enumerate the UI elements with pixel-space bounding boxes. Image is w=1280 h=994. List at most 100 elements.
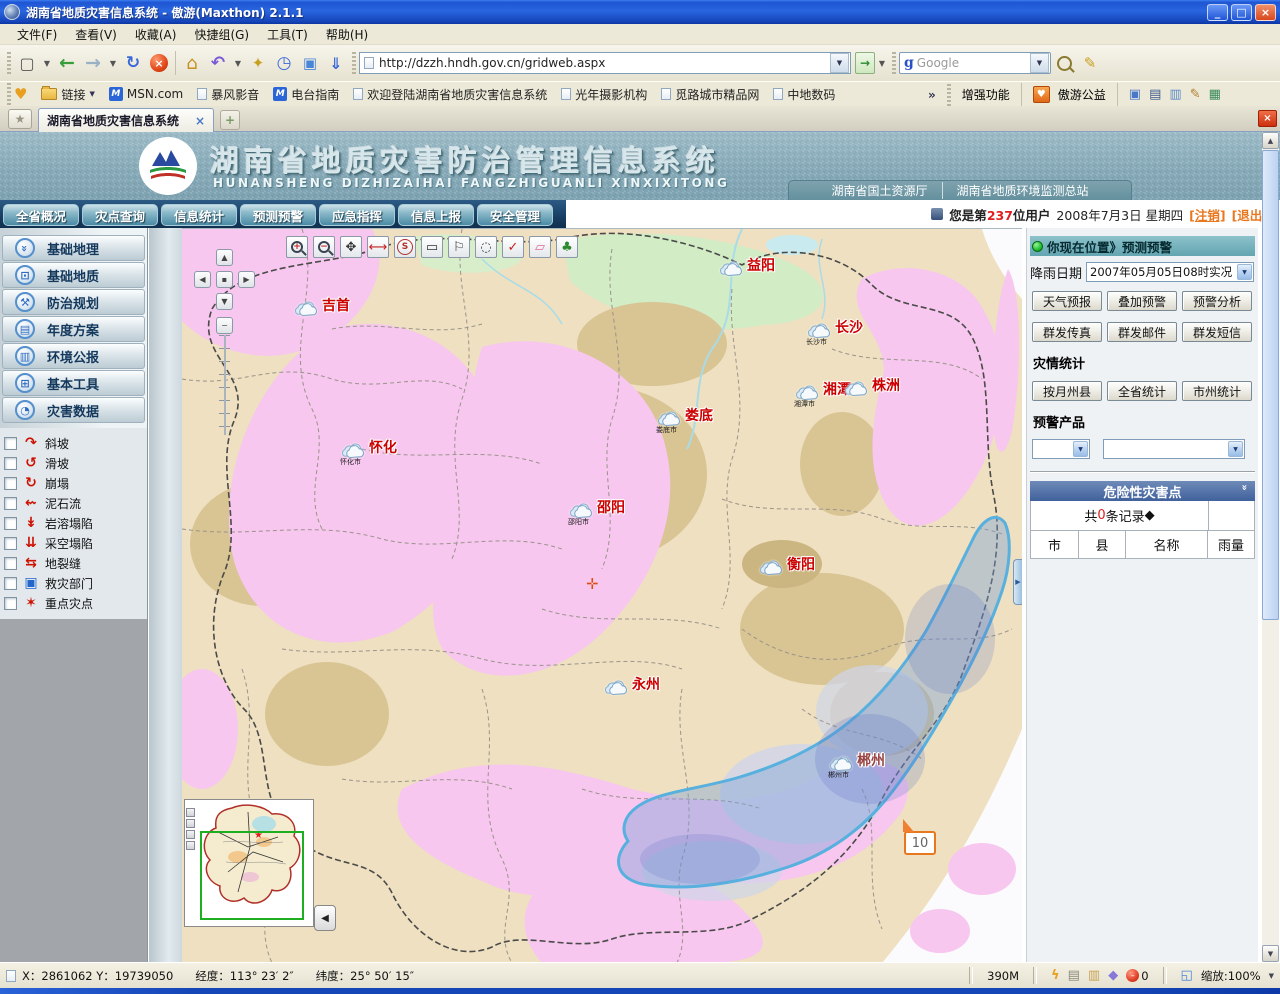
product-select-large[interactable]: ▼ [1103, 439, 1245, 459]
weather-forecast-button[interactable]: 天气预报 [1032, 291, 1102, 311]
select-arrow-icon[interactable]: ▼ [1228, 441, 1243, 457]
history-clock-icon[interactable]: ◷ [271, 50, 297, 76]
layer-checkbox[interactable] [4, 497, 17, 510]
circle-select-tool[interactable]: ◌ [475, 236, 497, 258]
email-broadcast-button[interactable]: 群发邮件 [1107, 322, 1177, 342]
flag-marker-10[interactable]: 10 [904, 831, 936, 855]
flag-select-tool[interactable]: ⚐ [448, 236, 470, 258]
new-page-icon[interactable]: ▢ [14, 50, 40, 76]
city-marker-yiyang[interactable]: 益阳 [716, 259, 775, 277]
pan-left-button[interactable]: ◀ [194, 271, 211, 288]
search-box[interactable]: g Google ▼ [899, 52, 1051, 74]
bookmark-msn[interactable]: MMSN.com [109, 87, 183, 101]
layer-checkbox[interactable] [4, 477, 17, 490]
popup-blocker-icon[interactable]: ▥ [1088, 968, 1100, 983]
bookmark-item[interactable]: 觅路城市精品网 [661, 86, 759, 103]
menu-tools[interactable]: 工具(T) [258, 26, 317, 43]
danger-points-header[interactable]: 危险性灾害点 » [1030, 481, 1255, 501]
tab-forecast-warning[interactable]: 预测预警 [240, 204, 316, 226]
search-placeholder[interactable]: Google [917, 56, 1030, 70]
overview-back-button[interactable]: ◀ [314, 905, 336, 931]
enhance-features-link[interactable]: 增强功能 [962, 86, 1010, 103]
tab-star-icon[interactable]: ★ [8, 109, 32, 129]
history-dropdown-icon[interactable]: ▼ [106, 50, 120, 76]
pan-tool[interactable]: ✥ [340, 236, 362, 258]
city-marker-huaihua[interactable]: 怀化 怀化市 [338, 441, 397, 459]
favorites-heart-icon[interactable]: ♥ [14, 85, 27, 103]
bookmark-item[interactable]: 欢迎登陆湖南省地质灾害信息系统 [353, 86, 547, 103]
sidebar-item-base-geology[interactable]: ⊡ 基础地质 [2, 262, 145, 288]
home-icon[interactable]: ⌂ [179, 50, 205, 76]
messenger-icon[interactable]: ▣ [1129, 87, 1141, 102]
city-marker-jishou[interactable]: 吉首 [291, 299, 350, 317]
scroll-down-icon[interactable]: ▼ [1262, 945, 1279, 962]
highlight-icon[interactable]: ✎ [1077, 50, 1103, 76]
sms-broadcast-button[interactable]: 群发短信 [1182, 322, 1252, 342]
menu-groups[interactable]: 快捷组(G) [185, 26, 258, 43]
sidebar-item-base-geography[interactable]: » 基础地理 [2, 235, 145, 261]
sidebar-item-basic-tools[interactable]: ⊞ 基本工具 [2, 370, 145, 396]
pan-right-button[interactable]: ▶ [238, 271, 255, 288]
city-marker-zhuzhou[interactable]: 株洲 [841, 379, 900, 397]
map-viewport[interactable]: ▲ ◀ ▪ ▶ ▼ − + − ✥ ⟷ S ▭ ⚐ ◌ ✓ ▱ ♣ 吉首 益阳 … [182, 228, 1022, 962]
scrollbar-thumb[interactable] [1262, 150, 1279, 620]
overview-layer-buttons[interactable] [186, 808, 195, 850]
boost-lightning-icon[interactable]: ϟ [1051, 968, 1060, 983]
city-marker-chenzhou[interactable]: 郴州 郴州市 [826, 754, 885, 772]
sidebar-item-environment-bulletin[interactable]: ▥ 环境公报 [2, 343, 145, 369]
zoom-out-tool[interactable]: − [313, 236, 335, 258]
city-marker-changsha[interactable]: 长沙 长沙市 [804, 321, 863, 339]
new-tab-button[interactable]: + [220, 110, 240, 130]
select-arrow-icon[interactable]: ▼ [1237, 264, 1252, 280]
panel-collapse-handle[interactable]: ▶ [1013, 559, 1022, 605]
zoom-level[interactable]: 缩放:100% [1201, 968, 1261, 984]
gesture-icon[interactable]: ◆ [1108, 968, 1118, 983]
download-icon[interactable]: ⇓ [323, 50, 349, 76]
layer-checkbox[interactable] [4, 537, 17, 550]
url-text[interactable]: http://dzzh.hndh.gov.cn/gridweb.aspx [379, 56, 830, 70]
monthly-county-button[interactable]: 按月州县 [1032, 381, 1102, 401]
menu-view[interactable]: 查看(V) [66, 26, 126, 43]
sort-diamond-icon[interactable]: ◆ [1145, 508, 1155, 523]
city-marker-hengyang[interactable]: 衡阳 [756, 558, 815, 576]
city-marker-yongzhou[interactable]: 永州 [601, 678, 660, 696]
sidebar-item-annual-plan[interactable]: ▤ 年度方案 [2, 316, 145, 342]
city-marker-shaoyang[interactable]: 邵阳 邵阳市 [566, 501, 625, 519]
sidebar-item-prevention-plan[interactable]: ⚒ 防治规划 [2, 289, 145, 315]
tab-active[interactable]: 湖南省地质灾害信息系统 × [38, 108, 214, 132]
undo-dropdown-icon[interactable]: ▼ [231, 50, 245, 76]
tab-security-management[interactable]: 安全管理 [477, 204, 553, 226]
window-manager-icon[interactable]: ▣ [297, 50, 323, 76]
product-select-small[interactable]: ▼ [1032, 439, 1090, 459]
stop-icon[interactable]: × [146, 50, 172, 76]
address-dropdown-icon[interactable]: ▼ [830, 53, 849, 73]
scale-tool[interactable]: S [394, 236, 416, 258]
pen-tool-icon[interactable]: ✎ [1190, 87, 1201, 102]
layer-checkbox[interactable] [4, 577, 17, 590]
notes-icon[interactable]: ▥ [1169, 87, 1181, 102]
pan-up-button[interactable]: ▲ [216, 249, 233, 266]
warning-analysis-button[interactable]: 预警分析 [1182, 291, 1252, 311]
blocked-counter[interactable]: – 0 [1126, 969, 1148, 983]
resize-icon[interactable]: ◱ [1181, 968, 1193, 983]
new-page-dropdown-icon[interactable]: ▼ [40, 50, 54, 76]
search-dropdown-icon[interactable]: ▼ [1030, 53, 1049, 73]
go-dropdown-icon[interactable]: ▼ [875, 50, 889, 76]
bookmark-item[interactable]: 中地数码 [773, 86, 835, 103]
menu-help[interactable]: 帮助(H) [317, 26, 377, 43]
magic-fill-icon[interactable]: ✦ [245, 50, 271, 76]
zoom-slider[interactable] [219, 335, 230, 435]
maximize-button[interactable]: □ [1231, 4, 1252, 21]
minimize-button[interactable]: _ [1207, 4, 1228, 21]
window-panel-icon[interactable]: ▤ [1149, 87, 1161, 102]
pan-down-button[interactable]: ▼ [216, 293, 233, 310]
polyline-draw-tool[interactable]: ✓ [502, 236, 524, 258]
zoom-dropdown-icon[interactable]: ▼ [1269, 972, 1274, 980]
printer-icon[interactable]: ▤ [1068, 968, 1080, 983]
menu-favorites[interactable]: 收藏(A) [126, 26, 186, 43]
search-icon[interactable] [1051, 50, 1077, 76]
bookmark-item[interactable]: 光年摄影机构 [561, 86, 647, 103]
address-bar[interactable]: http://dzzh.hndh.gov.cn/gridweb.aspx ▼ [359, 52, 851, 74]
zoom-in-tool[interactable]: + [286, 236, 308, 258]
close-tab-button[interactable]: × [1258, 110, 1277, 127]
